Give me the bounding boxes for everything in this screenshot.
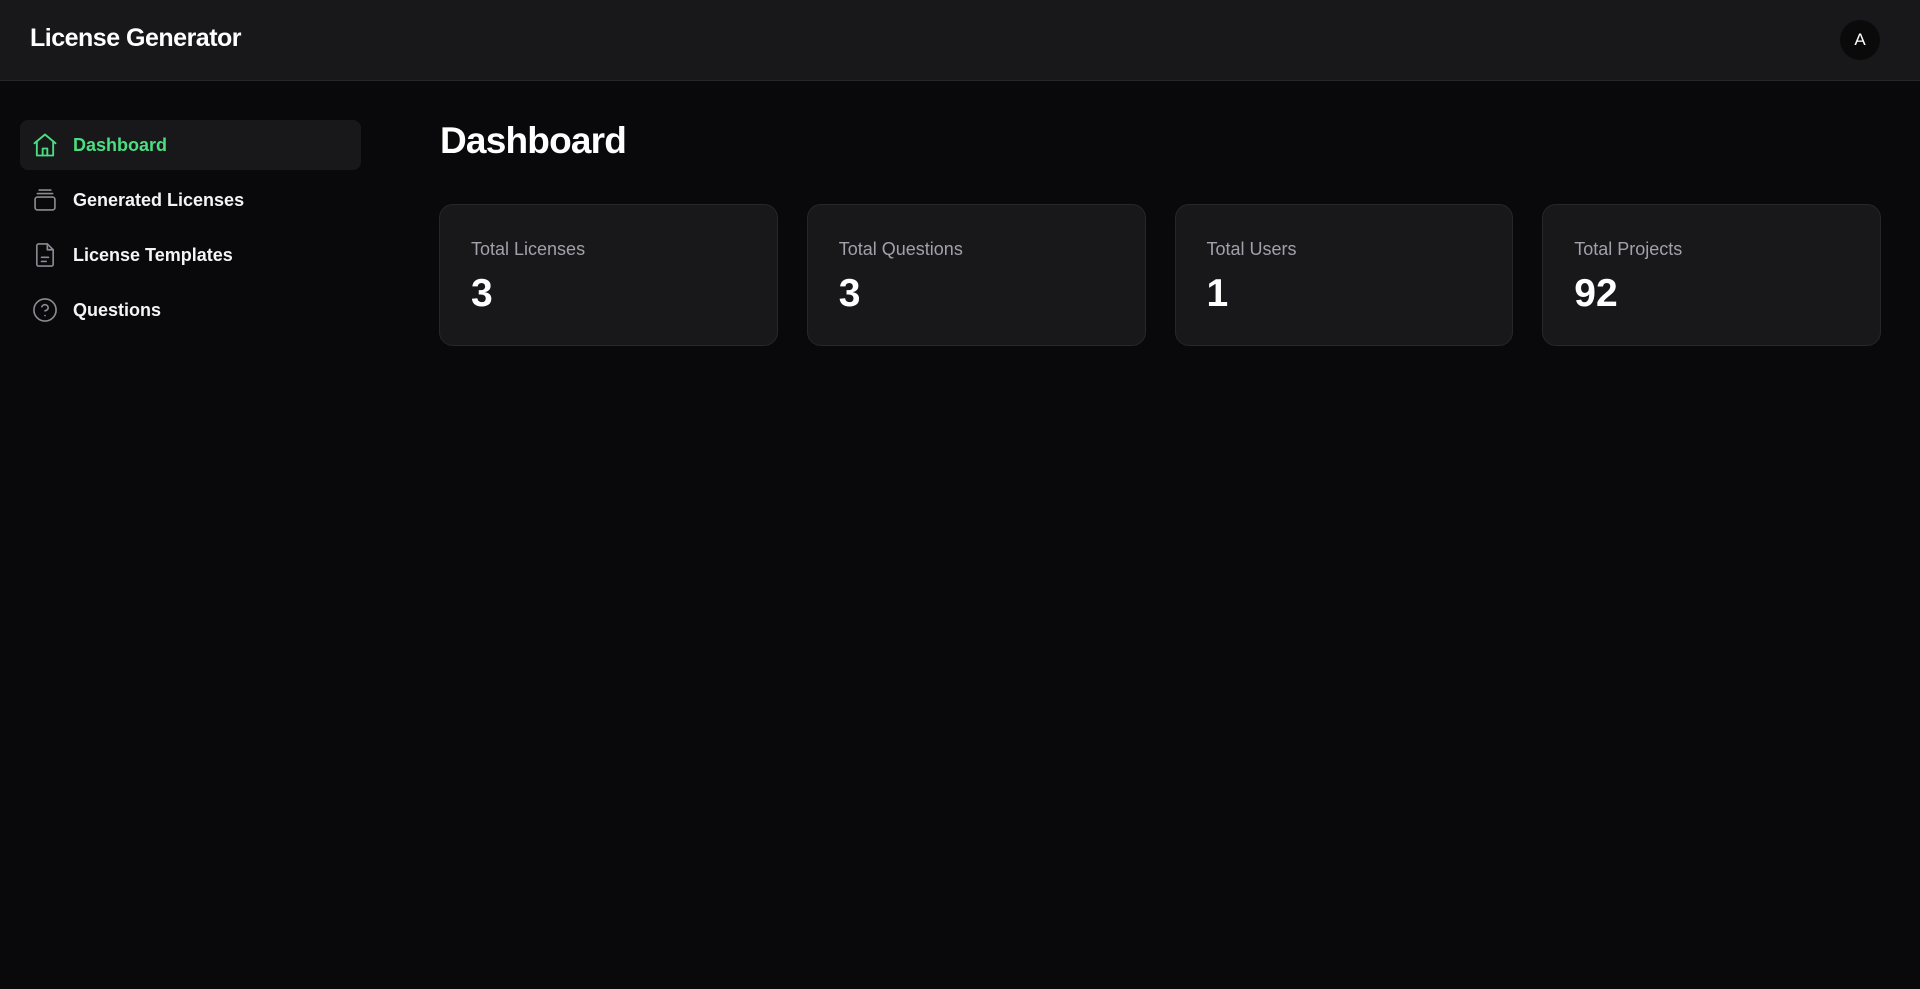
- home-icon: [31, 131, 59, 159]
- stat-value: 92: [1574, 272, 1618, 315]
- sidebar-item-label: Dashboard: [73, 134, 168, 155]
- stat-card-total-projects: Total Projects 92: [1542, 204, 1881, 346]
- sidebar-item-generated-licenses[interactable]: Generated Licenses: [20, 175, 361, 225]
- help-circle-icon: [31, 296, 59, 324]
- stats-cards: Total Licenses 3 Total Questions 3 Total…: [439, 204, 1881, 346]
- stat-card-total-users: Total Users 1: [1174, 204, 1514, 346]
- sidebar-item-license-templates[interactable]: License Templates: [20, 230, 361, 280]
- stat-card-total-questions: Total Questions 3: [806, 204, 1146, 346]
- file-text-icon: [31, 241, 59, 269]
- sidebar-item-dashboard[interactable]: Dashboard: [20, 120, 361, 170]
- stat-label: Total Licenses: [471, 239, 586, 259]
- top-header: License Generator A: [0, 0, 1920, 81]
- stat-label: Total Questions: [838, 239, 963, 259]
- sidebar-nav: Dashboard Generated Licenses License Tem…: [20, 120, 361, 340]
- sidebar-item-questions[interactable]: Questions: [20, 285, 361, 335]
- archive-icon: [31, 186, 59, 214]
- stat-value: 1: [1206, 272, 1229, 315]
- stat-label: Total Projects: [1574, 239, 1683, 259]
- sidebar-item-label: License Templates: [73, 244, 233, 265]
- sidebar-item-label: Generated Licenses: [73, 189, 245, 210]
- sidebar-item-label: Questions: [73, 299, 162, 320]
- stat-value: 3: [838, 272, 861, 315]
- stat-card-total-licenses: Total Licenses 3: [439, 204, 778, 346]
- stat-label: Total Users: [1206, 239, 1297, 259]
- page-title: Dashboard: [440, 120, 627, 161]
- app-title: License Generator: [30, 24, 242, 52]
- user-avatar-button[interactable]: A: [1840, 20, 1880, 60]
- stat-value: 3: [471, 272, 493, 315]
